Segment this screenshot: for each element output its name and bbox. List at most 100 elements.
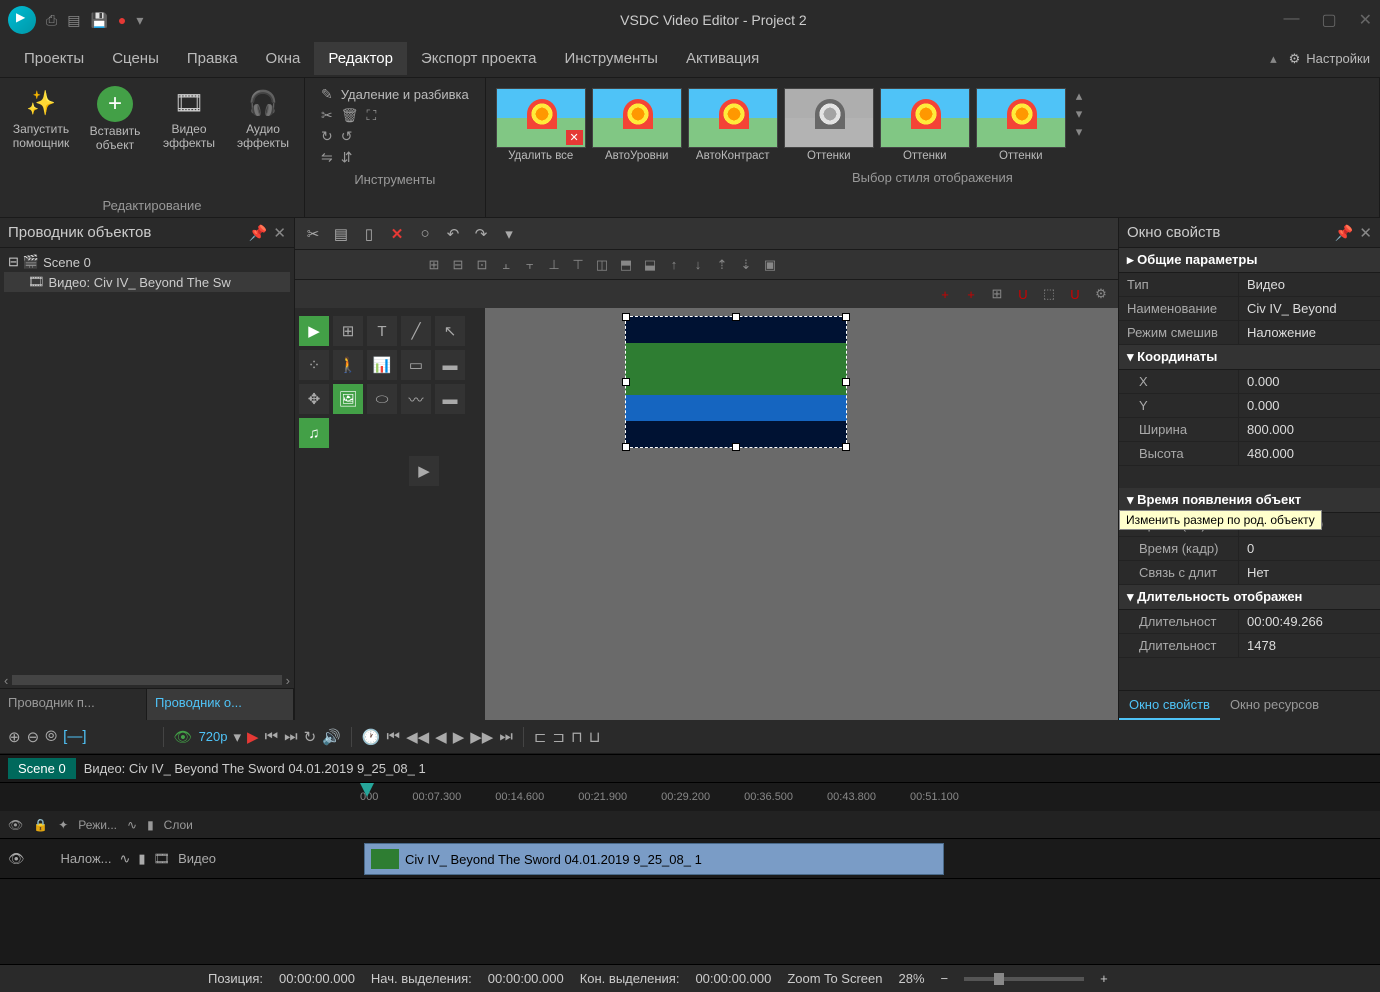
qat-db-icon[interactable]: ⎙ (46, 12, 57, 29)
crop-icon[interactable]: ⛶ (367, 107, 377, 124)
menu-projects[interactable]: Проекты (10, 42, 98, 75)
track-bar-icon[interactable]: ▮ (138, 851, 145, 867)
arrow-down-icon[interactable]: ↓ (687, 254, 709, 276)
resolution-label[interactable]: 720p (199, 729, 228, 744)
handle-nw[interactable] (622, 313, 630, 321)
arrow-up-icon[interactable]: ↑ (663, 254, 685, 276)
tool-spray[interactable]: ⁘ (299, 350, 329, 380)
prop-name[interactable]: НаименованиеCiv IV_ Beyond (1119, 297, 1380, 321)
zoom-slider[interactable] (964, 977, 1084, 981)
bracket-icon[interactable]: [—] (63, 728, 86, 745)
prop-x[interactable]: X0.000 (1119, 370, 1380, 394)
step-fwd-icon[interactable]: ▶ (453, 728, 465, 746)
hscrollbar[interactable] (12, 675, 281, 685)
cut-tb-icon[interactable]: ✂ (301, 222, 325, 246)
cut-icon[interactable]: ✂ (321, 107, 333, 124)
align-icon-4[interactable]: ⫠ (495, 254, 517, 276)
tool-chart[interactable]: 📊 (367, 350, 397, 380)
close-icon[interactable]: ✕ (1359, 10, 1372, 30)
gear2-icon[interactable]: ⚙ (1090, 283, 1112, 305)
step-back-icon[interactable]: ◀ (435, 728, 447, 746)
track-eye-icon[interactable]: 👁 (8, 851, 25, 867)
prop-height[interactable]: Высота480.000 (1119, 442, 1380, 466)
style-delete-all[interactable]: Удалить все (496, 88, 586, 162)
marker3-icon[interactable]: ⊓ (571, 728, 583, 746)
col-eye-icon[interactable]: 👁 (8, 818, 23, 832)
props-close-icon[interactable]: ✕ (1359, 224, 1372, 242)
menu-scenes[interactable]: Сцены (98, 42, 173, 75)
minimize-icon[interactable]: — (1283, 10, 1299, 30)
split-label[interactable]: Удаление и разбивка (341, 87, 469, 102)
handle-n[interactable] (732, 313, 740, 321)
timeline-empty[interactable] (0, 879, 1380, 964)
tool-ellipse[interactable]: ⬭ (367, 384, 397, 414)
prop-duration[interactable]: Длительност00:00:49.266 (1119, 610, 1380, 634)
tool-pointer[interactable]: ↖ (435, 316, 465, 346)
tool-rect2[interactable]: ▬ (435, 384, 465, 414)
zoom-plus-icon[interactable]: + (1100, 971, 1108, 986)
rotate90-icon[interactable]: ↻ (321, 128, 333, 145)
tool-audio[interactable]: ♫ (299, 418, 329, 448)
qat-save-icon[interactable]: ▤ (67, 12, 80, 29)
handle-sw[interactable] (622, 443, 630, 451)
align-icon-5[interactable]: ⫟ (519, 254, 541, 276)
align-icon-7[interactable]: ⊤ (567, 254, 589, 276)
tab-resources[interactable]: Окно ресурсов (1220, 691, 1329, 720)
menu-export[interactable]: Экспорт проекта (407, 42, 550, 75)
insert-object-button[interactable]: + Вставить объект (80, 82, 150, 157)
style-autocontrast[interactable]: АвтоКонтраст (688, 88, 778, 162)
fit-icon[interactable]: ⦾ (45, 728, 57, 745)
track-wave-icon[interactable]: ∿ (119, 851, 130, 867)
timeline-clip[interactable]: Civ IV_ Beyond The Sword 04.01.2019 9_25… (364, 843, 944, 875)
col-bar-icon[interactable]: ▮ (147, 818, 154, 832)
handle-se[interactable] (842, 443, 850, 451)
tool-grid[interactable]: ⊞ (333, 316, 363, 346)
handle-ne[interactable] (842, 313, 850, 321)
rotate-90-icon[interactable]: ↺ (341, 128, 353, 145)
prev-icon[interactable]: ⏮ (387, 728, 401, 745)
rew-icon[interactable]: ◀◀ (406, 728, 429, 746)
next-icon[interactable]: ⏭ (499, 728, 513, 745)
style-autolevels[interactable]: АвтоУровни (592, 88, 682, 162)
more-tb-icon[interactable]: ▾ (497, 222, 521, 246)
tool-text[interactable]: T (367, 316, 397, 346)
timeline-track[interactable]: 👁 Налож... ∿ ▮ 🎞 Видео Civ IV_ Beyond Th… (0, 839, 1380, 879)
video-object[interactable] (625, 316, 847, 448)
menu-tools[interactable]: Инструменты (550, 42, 672, 75)
res-dropdown-icon[interactable]: ▾ (233, 728, 241, 746)
style-hue-3[interactable]: Оттенки (976, 88, 1066, 162)
align-icon-9[interactable]: ⬒ (615, 254, 637, 276)
handle-s[interactable] (732, 443, 740, 451)
tool-line[interactable]: ╱ (401, 316, 431, 346)
tool-person[interactable]: 🚶 (333, 350, 363, 380)
u-icon-1[interactable]: U (1012, 283, 1034, 305)
scroll-left-icon[interactable]: ‹ (4, 673, 8, 688)
tool-move[interactable]: ✥ (299, 384, 329, 414)
tool-curve[interactable]: 〰 (401, 384, 431, 414)
prop-time-frame[interactable]: Время (кадр)0 (1119, 537, 1380, 561)
tab-properties[interactable]: Окно свойств (1119, 691, 1220, 720)
tree-scene-node[interactable]: ⊟🎬Scene 0 (4, 252, 290, 272)
align-icon-2[interactable]: ⊟ (447, 254, 469, 276)
align-icon-10[interactable]: ⬓ (639, 254, 661, 276)
zoom-minus-icon[interactable]: − (941, 971, 949, 986)
align-icon-1[interactable]: ⊞ (423, 254, 445, 276)
menu-windows[interactable]: Окна (252, 42, 315, 75)
skip-end-icon[interactable]: ⏭ (284, 728, 298, 745)
col-wave-icon[interactable]: ∿ (127, 818, 137, 832)
ff-icon[interactable]: ▶▶ (470, 728, 493, 746)
panel-close-icon[interactable]: ✕ (273, 224, 286, 242)
align-icon-11[interactable]: ▣ (759, 254, 781, 276)
group-duration[interactable]: ▾ Длительность отображен (1119, 585, 1380, 610)
prop-link[interactable]: Связь с длитНет (1119, 561, 1380, 585)
qat-disk-icon[interactable]: 💾 (90, 12, 107, 29)
pin-icon[interactable]: 📌 (249, 224, 268, 242)
gallery-more-icon[interactable]: ▾ (1076, 124, 1083, 140)
tool-play[interactable]: ▶ (299, 316, 329, 346)
tool-shape[interactable]: ▭ (401, 350, 431, 380)
redo-icon[interactable]: ↷ (469, 222, 493, 246)
prop-width[interactable]: Ширина800.000 (1119, 418, 1380, 442)
marker1-icon[interactable]: ⊏ (534, 728, 547, 746)
marker-icon-2[interactable]: + (960, 283, 982, 305)
col-fx-icon[interactable]: ✦ (58, 818, 68, 832)
